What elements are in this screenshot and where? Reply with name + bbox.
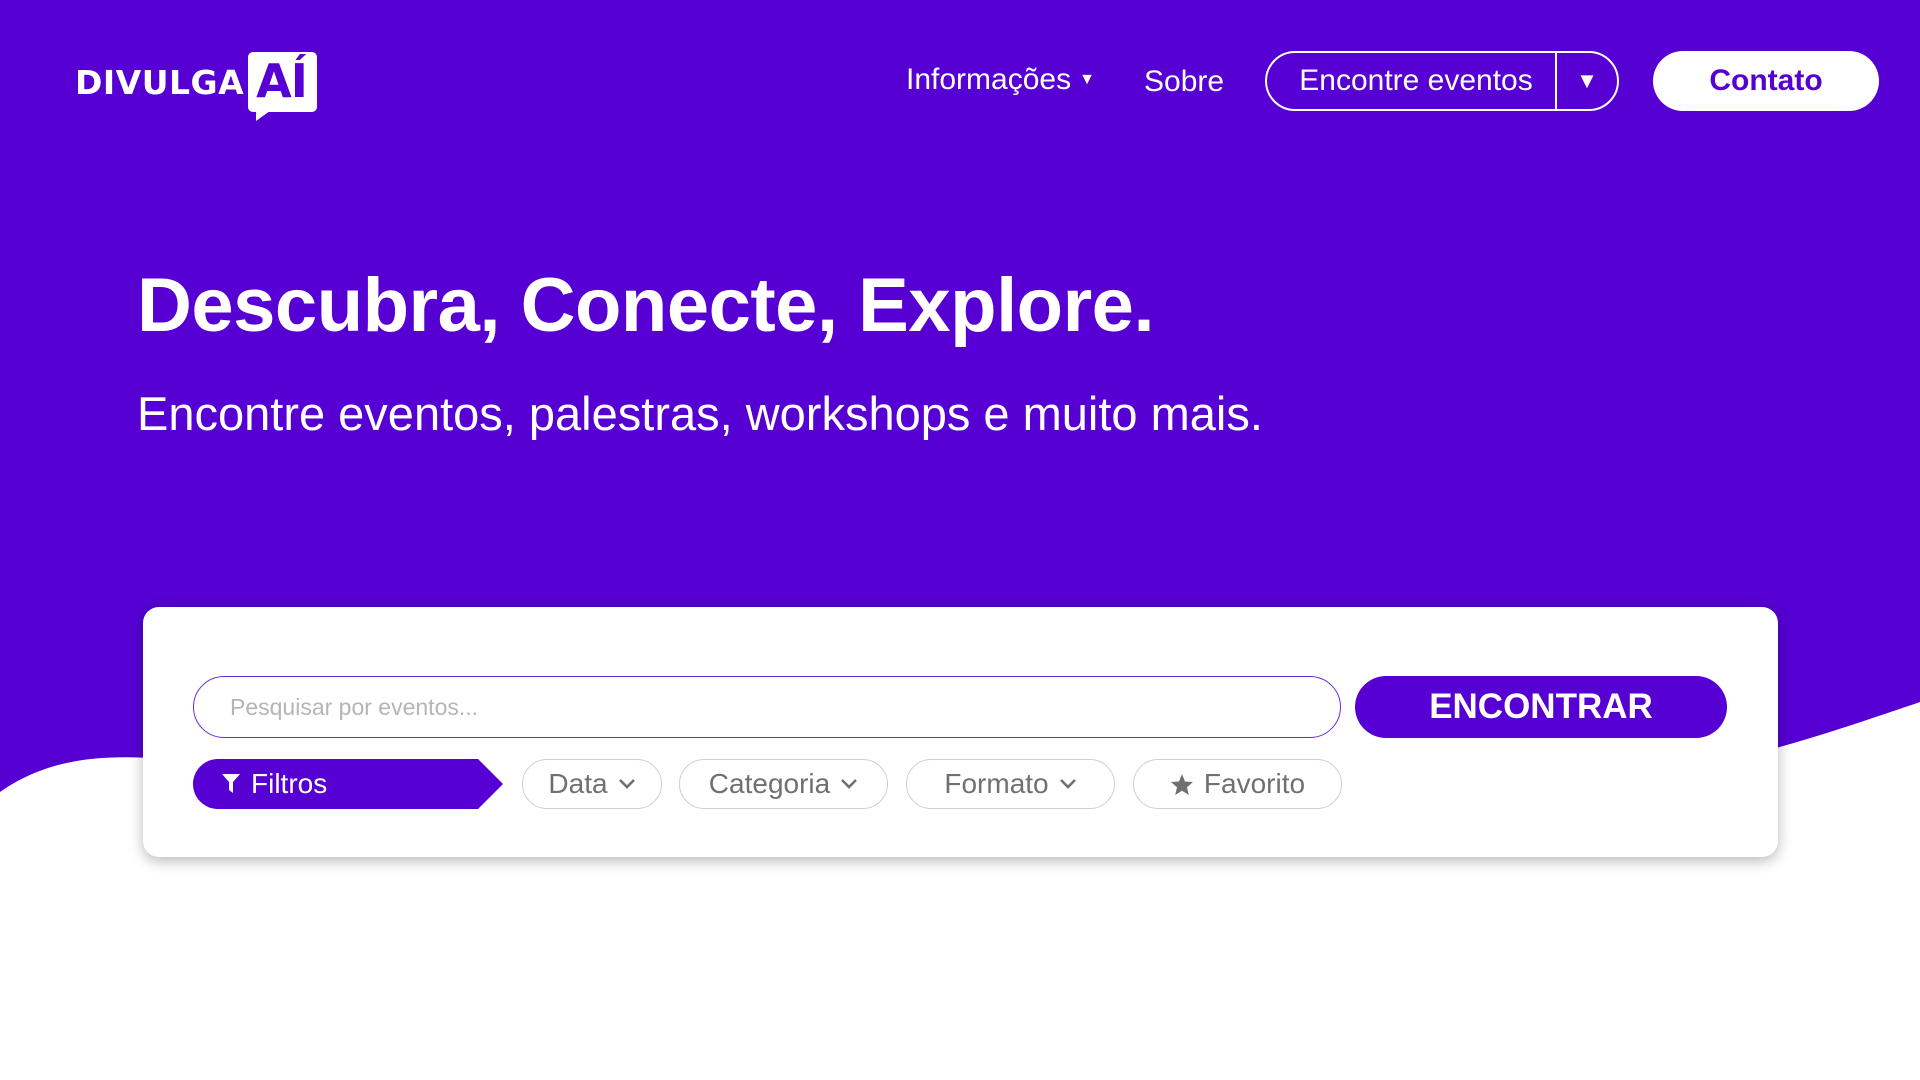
- nav-sobre-label: Sobre: [1144, 65, 1225, 98]
- hero-background: [0, 0, 1920, 792]
- search-card: ENCONTRAR Filtros Data Categoria Formato: [143, 607, 1778, 857]
- contact-label: Contato: [1709, 64, 1823, 97]
- chip-favorito-label: Favorito: [1203, 768, 1306, 799]
- find-events-button[interactable]: Encontre eventos: [1267, 53, 1555, 109]
- filter-chip-favorito[interactable]: Favorito: [1133, 759, 1342, 809]
- filter-chip-formato[interactable]: Formato: [906, 759, 1115, 809]
- nav-informacoes-label: Informações: [906, 63, 1072, 96]
- logo-text: DIVULGA: [75, 62, 245, 102]
- filter-chip-categoria[interactable]: Categoria: [679, 759, 888, 809]
- encontrar-button[interactable]: ENCONTRAR: [1355, 676, 1727, 738]
- chip-data-label: Data: [548, 768, 608, 799]
- find-events-split-button: Encontre eventos ▼: [1265, 51, 1619, 111]
- logo-badge: AÍ: [248, 52, 317, 121]
- filter-chip-data[interactable]: Data: [522, 759, 662, 809]
- encontrar-label: ENCONTRAR: [1429, 687, 1653, 726]
- search-input[interactable]: [193, 676, 1341, 738]
- star-icon: [1170, 773, 1194, 796]
- filters-content: Filtros: [221, 759, 327, 809]
- contact-button[interactable]: Contato: [1653, 51, 1879, 111]
- site-logo[interactable]: DIVULGA AÍ: [75, 48, 317, 121]
- funnel-icon: [222, 774, 240, 793]
- chip-formato-label: Formato: [944, 768, 1049, 799]
- chip-categoria-label: Categoria: [708, 768, 831, 799]
- nav-informacoes[interactable]: Informações ▼: [906, 60, 1095, 100]
- filters-button[interactable]: Filtros: [193, 759, 503, 809]
- caret-down-icon: ▼: [1576, 68, 1598, 93]
- find-events-dropdown-toggle[interactable]: ▼: [1557, 53, 1617, 109]
- filters-label: Filtros: [251, 768, 328, 799]
- hero-subtitle: Encontre eventos, palestras, workshops e…: [137, 387, 1263, 440]
- hero-title: Descubra, Conecte, Explore.: [137, 263, 1155, 348]
- nav-sobre[interactable]: Sobre: [1144, 62, 1224, 102]
- chevron-down-icon: [618, 778, 636, 790]
- find-events-label: Encontre eventos: [1299, 64, 1533, 97]
- chevron-down-icon: [1059, 778, 1077, 790]
- chevron-down-icon: [840, 778, 858, 790]
- caret-down-icon: ▼: [1079, 71, 1095, 88]
